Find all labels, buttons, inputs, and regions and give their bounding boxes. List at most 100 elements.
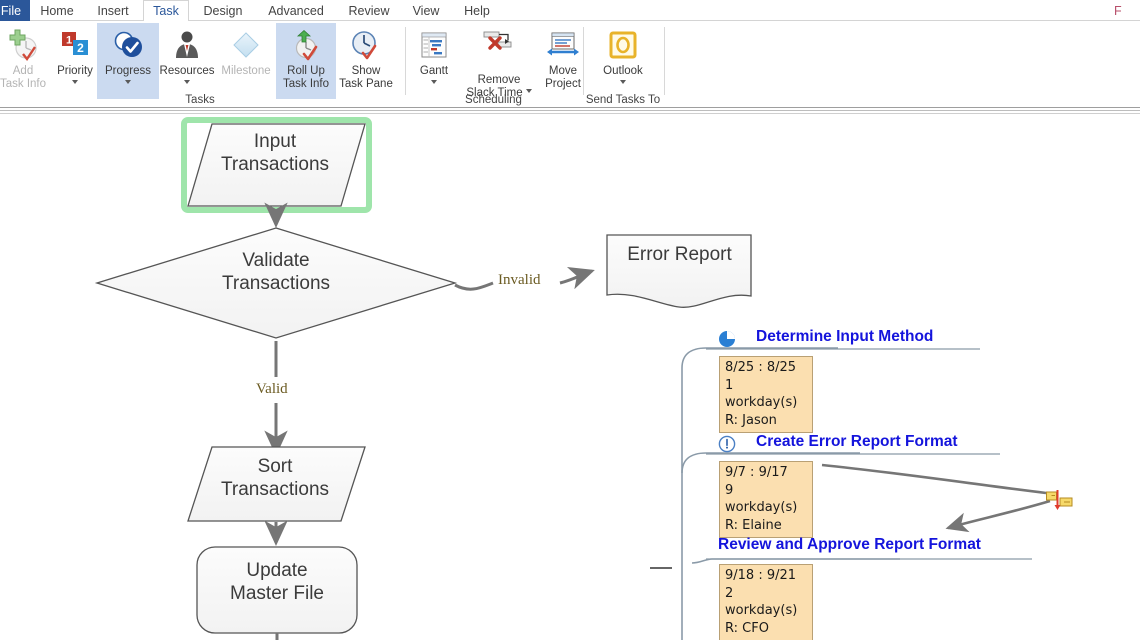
ribbon-group-tasks-label: Tasks <box>185 94 215 106</box>
visio-window: File Home Insert Task Design Advanced Re… <box>0 0 1140 640</box>
task-details-create-error-report-format: 9/7 : 9/17 9 workday(s) R: Elaine <box>719 461 813 538</box>
edge-label-valid: Valid <box>256 381 288 397</box>
tab-advanced[interactable]: Advanced <box>256 0 336 21</box>
tab-task-label: Task <box>153 4 179 18</box>
ribbon-button-roll-up-task-info[interactable]: Roll Up Task Info <box>276 23 336 99</box>
dependency-line-in <box>821 463 1047 495</box>
tab-design[interactable]: Design <box>194 0 252 21</box>
roll-up-task-info-icon <box>283 26 329 64</box>
edge-label-invalid: Invalid <box>498 272 541 288</box>
ribbon-tab-bar: File Home Insert Task Design Advanced Re… <box>0 0 1140 22</box>
ribbon-button-show-task-pane-label: Show Task Pane <box>339 65 393 90</box>
ribbon-group-scheduling-label: Scheduling <box>465 94 522 106</box>
ribbon-button-move-project[interactable]: Move Project <box>537 23 589 99</box>
tab-home[interactable]: Home <box>32 0 82 21</box>
task-duration: 9 workday(s) <box>725 482 798 516</box>
chevron-down-icon[interactable] <box>125 79 131 84</box>
tab-contextual-format[interactable]: F <box>1114 0 1140 21</box>
ribbon-button-gantt[interactable]: Gantt <box>406 23 462 99</box>
tab-file-label: File <box>0 3 22 18</box>
diagram-svg <box>94 117 1051 640</box>
add-task-info-icon <box>0 26 46 64</box>
tab-help-label: Help <box>464 3 490 18</box>
ribbon-button-roll-up-task-info-label: Roll Up Task Info <box>282 65 330 90</box>
tab-review[interactable]: Review <box>340 0 398 21</box>
ribbon-button-resources-label: Resources <box>159 65 215 77</box>
ribbon-button-milestone[interactable]: Milestone <box>215 23 277 99</box>
move-project-icon <box>540 26 586 64</box>
tab-view-label: View <box>412 3 440 18</box>
ribbon-group-send-tasks-to-label: Send Tasks To <box>585 94 661 106</box>
ribbon-button-milestone-label: Milestone <box>221 65 271 77</box>
tab-home-label: Home <box>40 3 74 18</box>
ribbon-button-add-task-info-label: Add Task Info <box>0 65 47 90</box>
task-details-determine-input-method: 8/25 : 8/25 1 workday(s) R: Jason <box>719 356 813 433</box>
task-duration: 2 workday(s) <box>725 585 798 619</box>
ribbon-button-outlook[interactable]: Outlook <box>592 23 654 99</box>
ribbon-button-gantt-label: Gantt <box>419 65 449 77</box>
milestone-icon <box>223 26 269 64</box>
task-resource: R: CFO <box>725 620 769 636</box>
ribbon-group-divider-3 <box>664 27 665 95</box>
task-resource: R: Elaine <box>725 517 782 533</box>
shape-input-transactions <box>187 123 366 207</box>
task-duration: 1 workday(s) <box>725 377 798 411</box>
ribbon-button-show-task-pane[interactable]: Show Task Pane <box>336 23 396 99</box>
ribbon-button-priority-label: Priority <box>57 65 93 77</box>
tab-task[interactable]: Task <box>143 0 189 22</box>
tab-insert[interactable]: Insert <box>86 0 140 21</box>
task-details-review-and-approve-report-format: 9/18 : 9/21 2 workday(s) R: CFO <box>719 564 813 640</box>
progress-pie-icon <box>718 330 736 348</box>
tab-help[interactable]: Help <box>454 0 500 21</box>
dependency-line-out <box>945 499 1051 533</box>
ribbon-group-send-tasks-to: Outlook Send Tasks To <box>584 21 662 107</box>
show-task-pane-icon <box>343 26 389 64</box>
task-title-review-and-approve-report-format[interactable]: Review and Approve Report Format <box>718 536 981 554</box>
connector-validate-invalid-left <box>454 281 494 291</box>
task-dates: 9/7 : 9/17 <box>725 465 788 480</box>
ribbon: Add Task Info 1 2 Priority Progress Reso… <box>0 21 1140 107</box>
chevron-down-icon[interactable] <box>431 79 437 84</box>
chevron-down-icon[interactable] <box>72 79 78 84</box>
ribbon-button-outlook-label: Outlook <box>603 65 643 77</box>
task-dependency-icon[interactable] <box>1046 489 1074 515</box>
priority-icon: 1 2 <box>52 26 98 64</box>
svg-text:1: 1 <box>66 35 72 47</box>
ribbon-button-resources[interactable]: Resources <box>152 23 222 99</box>
shape-update-master-file <box>196 546 358 634</box>
gantt-icon <box>411 26 457 64</box>
task-dates: 9/18 : 9/21 <box>725 568 797 583</box>
task-dates: 8/25 : 8/25 <box>725 360 797 375</box>
priority-exclamation-icon <box>718 435 736 453</box>
chevron-down-icon[interactable] <box>525 89 532 94</box>
tab-view[interactable]: View <box>402 0 450 21</box>
tab-file[interactable]: File <box>0 0 30 21</box>
tab-insert-label: Insert <box>97 3 129 18</box>
svg-text:2: 2 <box>77 41 84 55</box>
progress-icon <box>105 26 151 64</box>
ribbon-group-scheduling: Gantt Remove Slack Time Move Project Sch… <box>406 21 581 107</box>
connector-validate-to-error-report <box>559 267 595 290</box>
shape-sort-transactions <box>187 446 366 522</box>
outlook-icon <box>600 26 646 64</box>
tab-advanced-label: Advanced <box>268 3 324 18</box>
tab-review-label: Review <box>348 3 390 18</box>
remove-slack-time-icon <box>476 26 522 61</box>
tab-contextual-format-label: F <box>1114 3 1122 18</box>
task-title-create-error-report-format[interactable]: Create Error Report Format <box>756 433 958 451</box>
tab-design-label: Design <box>203 3 243 18</box>
task-title-determine-input-method[interactable]: Determine Input Method <box>756 328 933 346</box>
task-resource: R: Jason <box>725 412 777 428</box>
ribbon-button-progress[interactable]: Progress <box>97 23 159 99</box>
ribbon-divider <box>0 107 1140 115</box>
drawing-canvas[interactable]: Input Transactions Validate Transactions… <box>0 115 1140 640</box>
chevron-down-icon[interactable] <box>620 79 626 84</box>
ribbon-button-progress-label: Progress <box>104 65 152 77</box>
shape-error-report <box>606 234 752 308</box>
resources-icon <box>164 26 210 64</box>
chevron-down-icon[interactable] <box>184 79 190 84</box>
ribbon-group-tasks: Add Task Info 1 2 Priority Progress Reso… <box>0 21 400 107</box>
shape-validate-transactions <box>94 227 458 339</box>
ribbon-button-move-project-label: Move Project <box>545 65 581 90</box>
ribbon-button-remove-slack-time[interactable]: Remove Slack Time <box>460 23 538 99</box>
